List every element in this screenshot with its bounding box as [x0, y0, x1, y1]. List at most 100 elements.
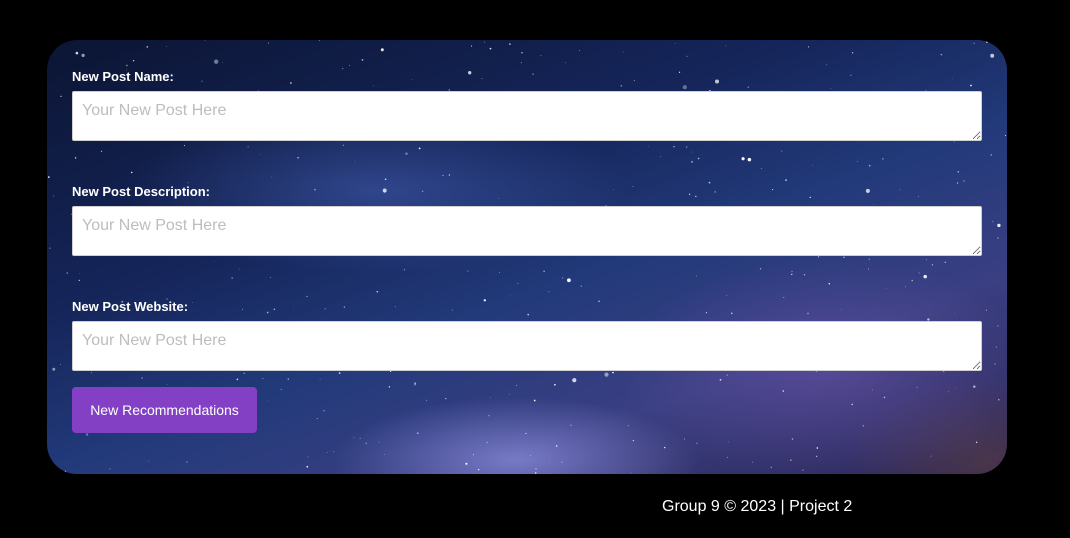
star	[783, 297, 785, 298]
star	[267, 400, 268, 401]
star	[384, 178, 387, 181]
star	[131, 171, 133, 174]
star	[327, 452, 328, 453]
star	[60, 95, 62, 97]
star	[674, 42, 676, 44]
post-website-label: New Post Website:	[72, 299, 189, 314]
star	[442, 175, 444, 177]
star	[882, 158, 884, 160]
star	[262, 378, 264, 380]
star	[1004, 134, 1007, 137]
star	[319, 378, 321, 380]
star	[725, 45, 727, 47]
star	[695, 275, 697, 277]
star	[231, 277, 233, 279]
post-website-input[interactable]	[72, 321, 982, 371]
star	[973, 385, 976, 388]
star	[630, 472, 632, 474]
star	[973, 42, 975, 45]
post-description-label: New Post Description:	[72, 184, 210, 199]
star	[944, 261, 947, 263]
star	[414, 383, 416, 386]
star	[521, 52, 523, 54]
star	[85, 433, 89, 436]
star	[525, 432, 527, 434]
post-name-input[interactable]	[72, 91, 982, 141]
star	[445, 398, 447, 400]
star	[995, 346, 997, 348]
star	[790, 459, 792, 461]
star	[477, 468, 480, 471]
star	[816, 447, 819, 449]
star	[664, 446, 666, 449]
star	[728, 441, 730, 443]
star	[543, 270, 545, 272]
star	[52, 367, 56, 371]
star	[60, 364, 61, 365]
star	[416, 432, 419, 435]
star	[885, 288, 887, 289]
star	[548, 461, 550, 463]
star	[489, 47, 492, 50]
star	[376, 290, 379, 293]
post-description-input[interactable]	[72, 206, 982, 256]
star	[66, 272, 69, 274]
star	[79, 273, 81, 274]
star	[166, 46, 167, 47]
star	[803, 273, 806, 276]
star	[323, 410, 325, 412]
star	[990, 53, 995, 58]
star	[752, 461, 754, 463]
star	[957, 171, 959, 173]
star	[472, 454, 475, 456]
star	[166, 383, 168, 385]
star	[580, 285, 582, 287]
star	[75, 51, 79, 55]
star	[280, 388, 282, 391]
star	[520, 62, 522, 64]
star	[354, 160, 356, 162]
star	[81, 53, 85, 58]
star	[997, 325, 999, 327]
star	[791, 271, 793, 273]
star	[815, 455, 818, 458]
star	[534, 472, 537, 474]
star	[802, 469, 804, 471]
star	[994, 363, 996, 365]
star	[186, 461, 188, 463]
star	[222, 62, 223, 63]
star	[126, 64, 128, 67]
star	[997, 237, 999, 239]
star	[516, 384, 518, 386]
star	[572, 378, 577, 383]
star	[570, 424, 572, 426]
star	[1005, 45, 1007, 47]
star	[141, 377, 143, 379]
star	[486, 441, 488, 444]
star	[760, 167, 763, 169]
star	[259, 153, 261, 155]
star	[488, 415, 490, 417]
star	[418, 147, 421, 150]
star	[490, 397, 491, 398]
star	[985, 309, 987, 311]
star	[923, 274, 927, 279]
star	[868, 164, 871, 167]
star	[359, 437, 361, 439]
star	[554, 383, 556, 386]
star	[509, 393, 511, 395]
star	[673, 146, 675, 148]
star	[270, 176, 272, 178]
star	[986, 41, 988, 43]
post-name-field: New Post Name:	[72, 69, 982, 146]
star	[691, 161, 693, 163]
star	[426, 399, 428, 401]
star	[535, 468, 537, 470]
star	[632, 439, 635, 442]
star	[555, 445, 558, 447]
new-recommendations-button[interactable]: New Recommendations	[72, 387, 257, 433]
star	[238, 268, 240, 270]
star	[517, 282, 519, 284]
star	[727, 456, 729, 458]
star	[348, 64, 350, 66]
